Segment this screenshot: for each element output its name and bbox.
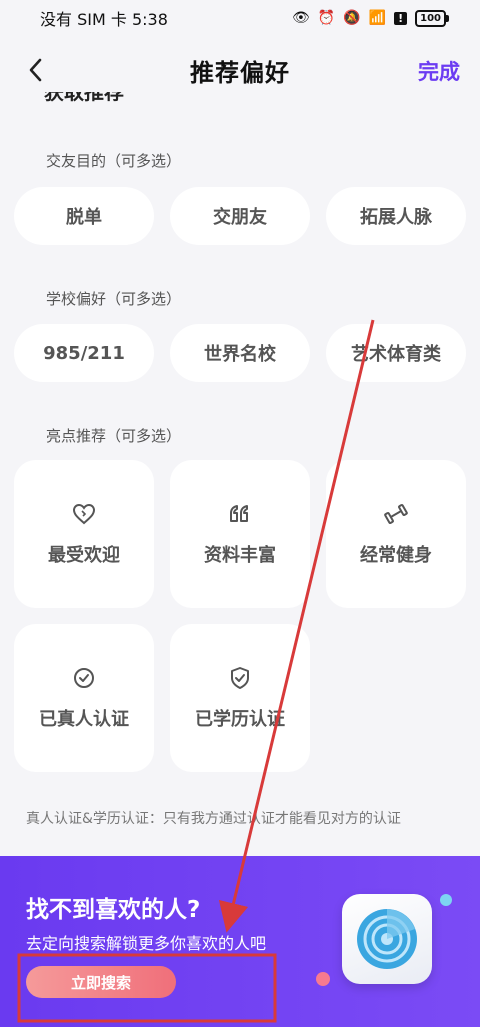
highlight-label: 最受欢迎	[48, 545, 120, 566]
wifi-icon: 📶	[368, 10, 387, 26]
option-chip[interactable]: 世界名校	[170, 324, 310, 382]
chevron-left-icon	[29, 58, 42, 82]
back-button[interactable]	[20, 54, 52, 86]
done-button[interactable]: 完成	[418, 56, 460, 86]
option-chip[interactable]: 脱单	[14, 187, 154, 245]
mute-icon: 🔕	[343, 10, 361, 26]
highlight-card[interactable]: 已真人认证	[14, 624, 154, 772]
search-banner: 找不到喜欢的人? 去定向搜索解锁更多你喜欢的人吧 立即搜索	[0, 856, 480, 1027]
option-chip[interactable]: 交朋友	[170, 187, 310, 245]
heart-icon	[72, 503, 96, 525]
decor-dot	[440, 894, 452, 906]
page-title: 推荐偏好	[190, 58, 290, 87]
status-bar: 没有 SIM 卡 5:38 👁 ⏰ 🔕 📶 ! 100	[0, 0, 480, 36]
highlight-card[interactable]: 经常健身	[326, 460, 466, 608]
eye-icon: 👁	[292, 10, 310, 26]
highlight-card[interactable]: 资料丰富	[170, 460, 310, 608]
battery-icon: 100	[415, 9, 449, 27]
option-chip[interactable]: 拓展人脉	[326, 187, 466, 245]
nav-bar: 推荐偏好 完成	[0, 44, 480, 96]
highlight-label: 资料丰富	[204, 545, 276, 566]
scrolled-heading: 获取推荐	[44, 92, 164, 102]
option-chip[interactable]: 艺术体育类	[326, 324, 466, 382]
shield-check-icon	[231, 667, 249, 689]
highlight-label: 已真人认证	[39, 709, 129, 730]
banner-subtitle: 去定向搜索解锁更多你喜欢的人吧	[26, 934, 267, 953]
annotation-arrow	[218, 319, 375, 933]
highlight-label: 已学历认证	[195, 709, 285, 730]
status-icons: 👁 ⏰ 🔕 📶 ! 100	[292, 9, 449, 27]
radar-icon	[342, 894, 432, 984]
highlight-card[interactable]: 最受欢迎	[14, 460, 154, 608]
highlight-card[interactable]: 已学历认证	[170, 624, 310, 772]
dumbbell-icon	[384, 504, 408, 524]
check-circle-icon	[74, 668, 94, 688]
highlight-label: 经常健身	[360, 545, 432, 566]
section-label-highlights: 亮点推荐（可多选）	[46, 427, 182, 445]
decor-dot	[316, 972, 330, 986]
alert-icon: !	[394, 11, 408, 25]
section-label-school: 学校偏好（可多选）	[46, 290, 182, 308]
quote-icon	[230, 505, 248, 522]
banner-title: 找不到喜欢的人?	[26, 897, 201, 923]
verification-note: 真人认证&学历认证：只有我方通过认证才能看见对方的认证	[26, 811, 401, 827]
alarm-icon: ⏰	[317, 10, 336, 26]
search-now-button[interactable]: 立即搜索	[26, 966, 176, 998]
option-chip[interactable]: 985/211	[14, 324, 154, 382]
carrier-time: 没有 SIM 卡 5:38	[40, 10, 168, 29]
section-label-purpose: 交友目的（可多选）	[46, 152, 182, 170]
